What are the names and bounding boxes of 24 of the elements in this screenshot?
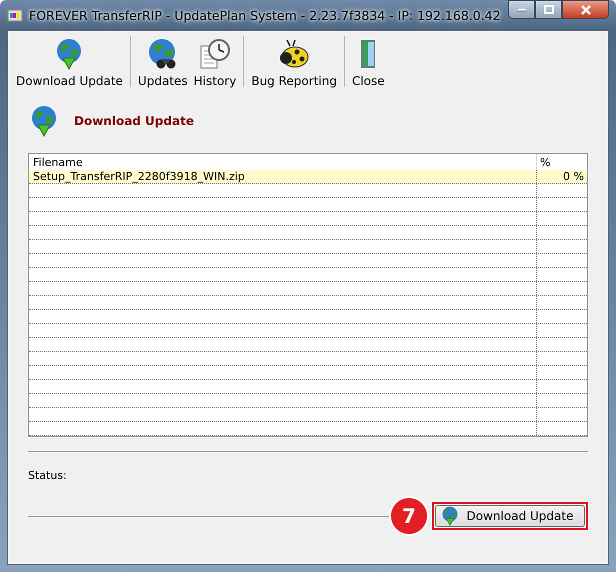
table-cell-text: 0 %	[562, 170, 585, 183]
toolbar-button[interactable]: History	[190, 33, 240, 91]
clock-icon	[198, 38, 231, 70]
table-cell: Setup_TransferRIP_2280f3918_WIN.zip	[29, 170, 537, 183]
status-label: Status:	[28, 469, 67, 482]
toolbar-button[interactable]: Close	[348, 33, 388, 91]
close-icon	[580, 4, 592, 14]
minimize-button[interactable]	[508, 0, 535, 19]
toolbar-button[interactable]: Bug Reporting	[248, 33, 340, 91]
globe-download-icon	[440, 506, 460, 526]
table-row[interactable]: Setup_TransferRIP_2280f3918_WIN.zip 0 %	[29, 170, 587, 184]
maximize-button[interactable]	[535, 0, 562, 19]
close-button[interactable]	[562, 0, 609, 19]
toolbar-button[interactable]: Updates	[134, 33, 191, 91]
section-title: Download Update	[74, 114, 194, 128]
step-badge: 7	[389, 496, 429, 536]
toolbar-button[interactable]: Download Update	[13, 33, 126, 91]
window-title: FOREVER TransferRIP - UpdatePlan System - 2.23.7f3834 - IP: 192.168.0.42	[29, 8, 501, 22]
app-icon	[7, 7, 23, 23]
minimize-icon	[516, 8, 526, 12]
ladybug-icon	[278, 38, 310, 70]
maximize-icon	[544, 5, 554, 14]
column-header[interactable]: %	[537, 154, 587, 170]
download-update-button[interactable]: Download Update	[435, 505, 585, 527]
